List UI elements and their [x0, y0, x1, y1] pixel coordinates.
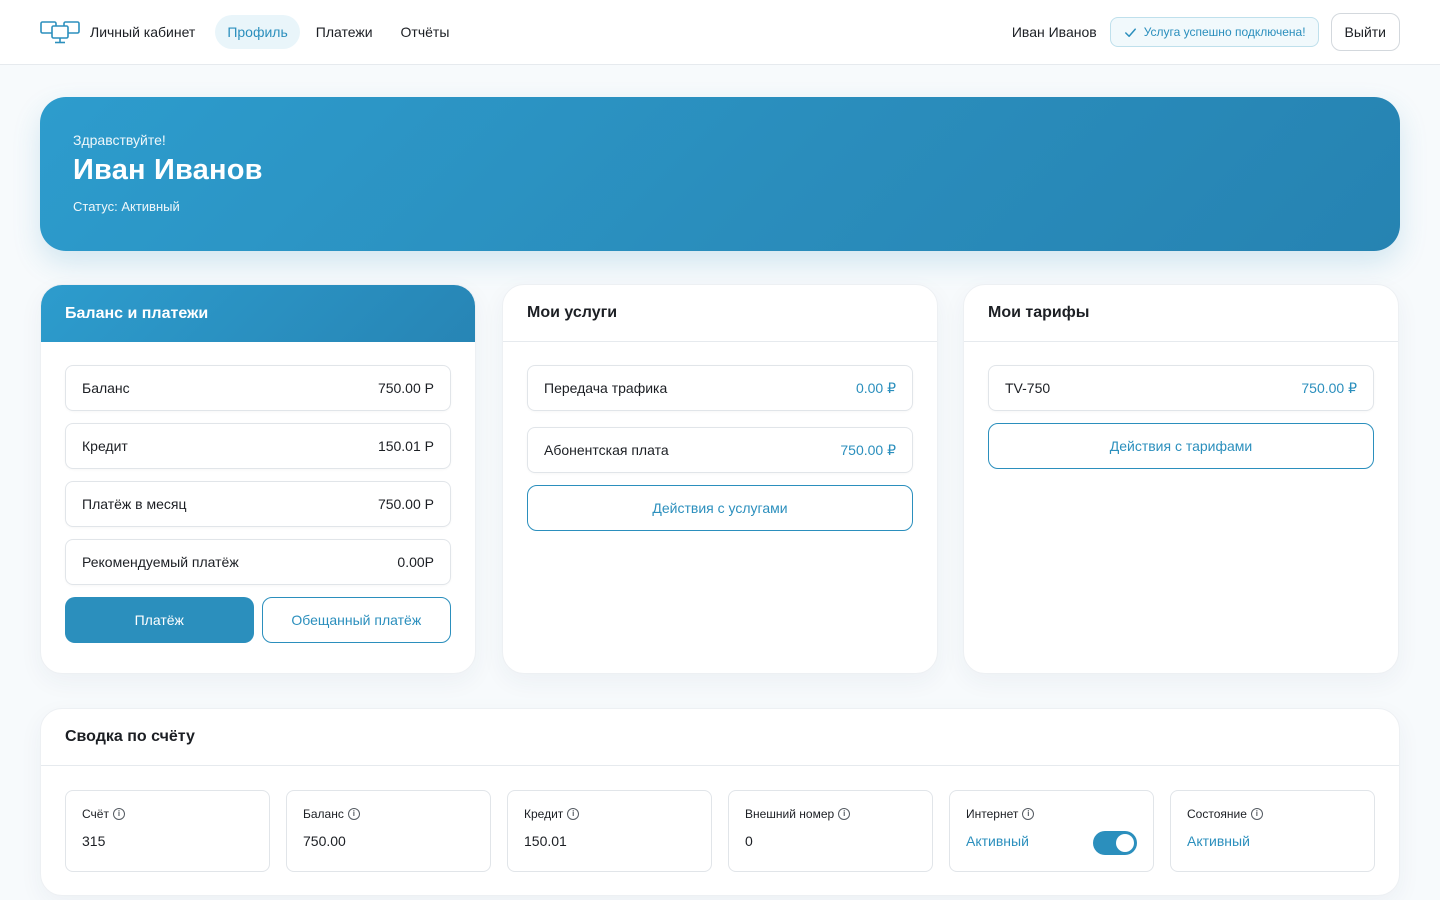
info-icon[interactable]: i: [1022, 808, 1035, 820]
tariffs-card: Мои тарифы TV-750 750.00 ₽ Действия с та…: [963, 284, 1399, 674]
info-icon[interactable]: i: [112, 808, 125, 820]
tile-value: 315: [82, 833, 106, 849]
tile-label: Внешний номер: [745, 807, 835, 821]
row-value: 750.00 Р: [377, 380, 434, 396]
row-value: 750.00 Р: [377, 496, 434, 512]
summary-tile-internet: Интернет i Активный: [949, 790, 1154, 872]
service-actions-button[interactable]: Действия с услугами: [527, 485, 913, 531]
summary-tile-account: Счёт i 315: [65, 790, 270, 872]
brand[interactable]: Личный кабинет: [40, 18, 195, 46]
checkmark-icon: [1124, 27, 1136, 37]
tile-label: Интернет: [966, 807, 1019, 821]
welcome-banner: Здравствуйте! Иван Иванов Статус: Активн…: [40, 97, 1400, 251]
row-value: 150.01 Р: [377, 438, 434, 454]
tile-label: Кредит: [524, 807, 564, 821]
summary-tile-state: Состояние i Активный: [1170, 790, 1375, 872]
row-label: Абонентская плата: [544, 442, 669, 458]
row-label: Передача трафика: [544, 380, 668, 396]
monthly-payment-row: Платёж в месяц 750.00 Р: [65, 481, 451, 527]
row-label: Баланс: [82, 380, 130, 396]
row-value: 0.00 ₽: [855, 379, 896, 396]
tariffs-card-title: Мои тарифы: [964, 285, 1398, 342]
tile-label: Состояние: [1187, 807, 1247, 821]
row-label: Платёж в месяц: [82, 496, 187, 512]
balance-card: Баланс и платежи Баланс 750.00 Р Кредит …: [40, 284, 476, 674]
account-summary-title: Сводка по счёту: [41, 709, 1399, 766]
balance-card-title: Баланс и платежи: [41, 285, 475, 342]
promised-payment-button[interactable]: Обещанный платёж: [261, 597, 451, 643]
tariff-actions-button[interactable]: Действия с тарифами: [988, 423, 1374, 469]
row-label: Кредит: [82, 438, 128, 454]
nav-profile[interactable]: Профиль: [215, 15, 300, 49]
services-card: Мои услуги Передача трафика 0.00 ₽ Абоне…: [502, 284, 938, 674]
pay-button[interactable]: Платёж: [65, 597, 254, 643]
tile-value: 0: [745, 833, 753, 849]
row-value: 750.00 ₽: [840, 441, 896, 458]
customer-status: Статус: Активный: [73, 199, 180, 214]
success-notification-text: Услуга успешно подключена!: [1143, 25, 1306, 39]
summary-tile-balance: Баланс i 750.00: [286, 790, 491, 872]
tile-label: Счёт: [82, 807, 109, 821]
subscription-fee-row: Абонентская плата 750.00 ₽: [527, 427, 913, 473]
nav-reports[interactable]: Отчёты: [389, 15, 462, 49]
info-icon[interactable]: i: [838, 808, 851, 820]
row-label: Рекомендуемый платёж: [82, 554, 239, 570]
row-label: TV-750: [1005, 380, 1051, 396]
info-icon[interactable]: i: [1250, 808, 1263, 820]
services-card-title: Мои услуги: [503, 285, 937, 342]
greeting: Здравствуйте!: [73, 132, 166, 148]
success-notification: Услуга успешно подключена!: [1109, 17, 1319, 47]
account-summary: Сводка по счёту Счёт i 315 Баланс i 750.…: [40, 708, 1400, 896]
nav-payments[interactable]: Платежи: [304, 15, 385, 49]
logout-button[interactable]: Выйти: [1330, 13, 1400, 51]
row-value: 750.00 ₽: [1301, 379, 1357, 396]
brand-name: Личный кабинет: [90, 24, 196, 40]
tile-value: 150.01: [524, 833, 567, 849]
summary-tile-external-number: Внешний номер i 0: [728, 790, 933, 872]
balance-row: Баланс 750.00 Р: [65, 365, 451, 411]
tariff-row: TV-750 750.00 ₽: [988, 365, 1374, 411]
info-icon[interactable]: i: [347, 808, 360, 820]
tile-value: Активный: [1187, 833, 1250, 849]
internet-toggle[interactable]: [1093, 831, 1137, 855]
info-icon[interactable]: i: [567, 808, 580, 820]
tile-label: Баланс: [303, 807, 344, 821]
top-bar: Личный кабинет Профиль Платежи Отчёты Ив…: [0, 0, 1440, 65]
header-right: Иван Иванов Услуга успешно подключена! В…: [1012, 13, 1400, 51]
user-name: Иван Иванов: [1011, 24, 1097, 40]
credit-row: Кредит 150.01 Р: [65, 423, 451, 469]
summary-tile-credit: Кредит i 150.01: [507, 790, 712, 872]
row-value: 0.00Р: [397, 554, 434, 570]
tile-value: 750.00: [303, 833, 346, 849]
computers-logo-icon: [40, 18, 80, 46]
main-nav: Профиль Платежи Отчёты: [215, 15, 465, 49]
traffic-row: Передача трафика 0.00 ₽: [527, 365, 913, 411]
customer-name: Иван Иванов: [73, 154, 263, 186]
recommended-payment-row: Рекомендуемый платёж 0.00Р: [65, 539, 451, 585]
